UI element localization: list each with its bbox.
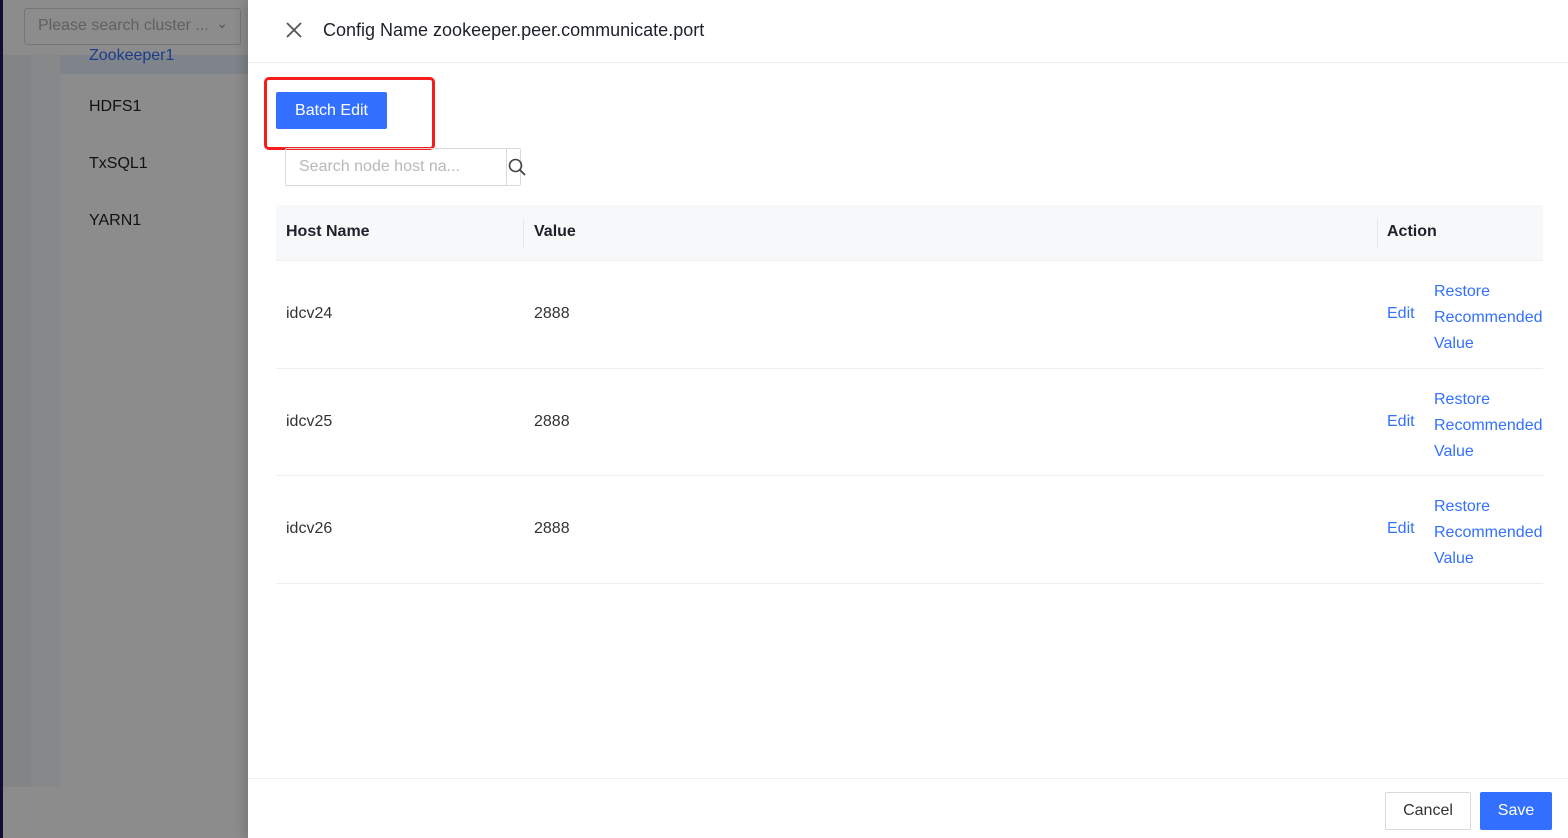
table-row: idcv25 2888 Edit Restore Recommended Val… <box>276 369 1543 476</box>
host-config-table: Host Name Value Action idcv24 2888 Edit … <box>276 205 1543 584</box>
column-divider <box>523 219 524 247</box>
restore-recommended-value-link[interactable]: Restore Recommended Value <box>1434 494 1549 572</box>
drawer-header: Config Name zookeeper.peer.communicate.p… <box>248 0 1568 63</box>
close-button[interactable] <box>282 17 306 43</box>
host-name-cell: idcv26 <box>286 520 333 537</box>
edit-link[interactable]: Edit <box>1387 413 1415 431</box>
table-row: idcv24 2888 Edit Restore Recommended Val… <box>276 261 1543 369</box>
table-row: idcv26 2888 Edit Restore Recommended Val… <box>276 476 1543 584</box>
column-header-action: Action <box>1387 223 1437 240</box>
close-icon <box>286 22 302 38</box>
column-header-host-name: Host Name <box>286 223 370 240</box>
batch-edit-button[interactable]: Batch Edit <box>276 92 387 129</box>
restore-recommended-value-link[interactable]: Restore Recommended Value <box>1434 279 1549 357</box>
cancel-button[interactable]: Cancel <box>1385 792 1471 830</box>
search-icon <box>508 158 526 176</box>
column-divider <box>1377 219 1378 247</box>
host-name-cell: idcv25 <box>286 412 333 430</box>
edit-link[interactable]: Edit <box>1387 305 1415 323</box>
value-cell: 2888 <box>534 520 570 537</box>
drawer-footer: Cancel Save <box>248 778 1568 838</box>
host-search-input[interactable] <box>286 149 506 185</box>
host-search <box>285 148 526 186</box>
table-header: Host Name Value Action <box>276 205 1543 261</box>
modal-mask[interactable] <box>0 0 248 838</box>
edit-link[interactable]: Edit <box>1387 520 1415 538</box>
host-name-cell: idcv24 <box>286 305 333 322</box>
search-button[interactable] <box>506 149 527 185</box>
drawer-title: Config Name zookeeper.peer.communicate.p… <box>323 20 705 40</box>
config-drawer: Config Name zookeeper.peer.communicate.p… <box>248 0 1568 838</box>
value-cell: 2888 <box>534 305 570 322</box>
restore-recommended-value-link[interactable]: Restore Recommended Value <box>1434 387 1549 465</box>
column-header-value: Value <box>534 223 576 240</box>
value-cell: 2888 <box>534 412 570 430</box>
save-button[interactable]: Save <box>1480 792 1552 830</box>
